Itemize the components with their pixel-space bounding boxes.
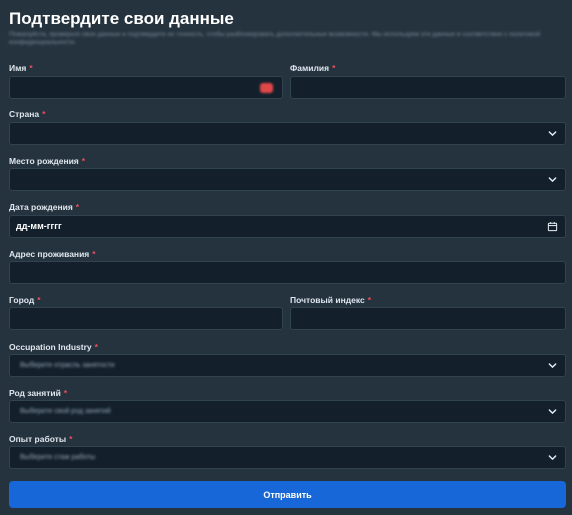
postal-code-label: Почтовый индекс *: [290, 295, 371, 305]
required-mark: *: [81, 156, 86, 166]
occupation-label-text: Род занятий: [9, 388, 61, 398]
postal-code-input[interactable]: [290, 307, 566, 330]
experience-placeholder: Выберите стаж работы: [20, 454, 96, 461]
verification-page: Подтвердите свои данные Пожалуйста, пров…: [0, 0, 572, 515]
experience-label-text: Опыт работы: [9, 434, 67, 444]
address-input[interactable]: [9, 261, 566, 284]
chevron-down-icon: [548, 409, 557, 414]
autofill-icon[interactable]: [260, 83, 273, 93]
birthplace-label: Место рождения *: [9, 156, 85, 166]
first-name-label: Имя *: [9, 63, 33, 73]
city-label-text: Город: [9, 295, 35, 305]
first-name-input[interactable]: [9, 76, 283, 99]
birthplace-select[interactable]: [9, 168, 566, 191]
postal-code-label-text: Почтовый индекс: [290, 295, 365, 305]
required-mark: *: [42, 109, 46, 119]
city-input[interactable]: [9, 307, 283, 330]
address-label: Адрес проживания *: [9, 249, 96, 259]
city-label: Город *: [9, 295, 41, 305]
required-mark: *: [92, 249, 96, 259]
birthdate-input[interactable]: дд-мм-гггг: [9, 215, 566, 238]
required-mark: *: [69, 434, 73, 444]
country-select[interactable]: [9, 122, 566, 145]
birthdate-label: Дата рождения *: [9, 202, 79, 212]
occupation-industry-label: Occupation Industry *: [9, 342, 98, 352]
occupation-industry-placeholder: Выберите отрасль занятости: [20, 362, 115, 369]
required-mark: *: [37, 295, 41, 305]
calendar-icon[interactable]: [547, 221, 558, 232]
chevron-down-icon: [548, 455, 557, 460]
birthplace-label-text: Место рождения: [9, 156, 79, 166]
submit-button[interactable]: Отправить: [9, 481, 566, 508]
country-label: Страна *: [9, 109, 45, 119]
experience-select[interactable]: Выберите стаж работы: [9, 446, 566, 469]
chevron-down-icon: [548, 363, 557, 368]
country-label-text: Страна: [9, 109, 40, 119]
chevron-down-icon: [548, 131, 557, 136]
required-mark: *: [63, 388, 68, 398]
occupation-industry-label-text: Occupation Industry: [9, 342, 92, 352]
page-title: Подтвердите свои данные: [9, 9, 234, 28]
occupation-industry-select[interactable]: Выберите отрасль занятости: [9, 354, 566, 377]
chevron-down-icon: [548, 177, 557, 182]
occupation-label: Род занятий *: [9, 388, 67, 398]
occupation-placeholder: Выберите свой род занятий: [20, 408, 111, 415]
last-name-label: Фамилия *: [290, 63, 335, 73]
required-mark: *: [367, 295, 372, 305]
birthdate-value: дд-мм-гггг: [16, 221, 62, 231]
last-name-input[interactable]: [290, 76, 566, 99]
required-mark: *: [75, 202, 80, 212]
address-label-text: Адрес проживания: [9, 249, 90, 259]
required-mark: *: [94, 342, 98, 352]
required-mark: *: [332, 63, 336, 73]
page-description: Пожалуйста, проверьте свои данные и подт…: [9, 31, 541, 46]
occupation-select[interactable]: Выберите свой род занятий: [9, 400, 566, 423]
experience-label: Опыт работы *: [9, 434, 72, 444]
last-name-label-text: Фамилия: [290, 63, 330, 73]
birthdate-label-text: Дата рождения: [9, 202, 73, 212]
required-mark: *: [29, 63, 33, 73]
first-name-label-text: Имя: [9, 63, 27, 73]
